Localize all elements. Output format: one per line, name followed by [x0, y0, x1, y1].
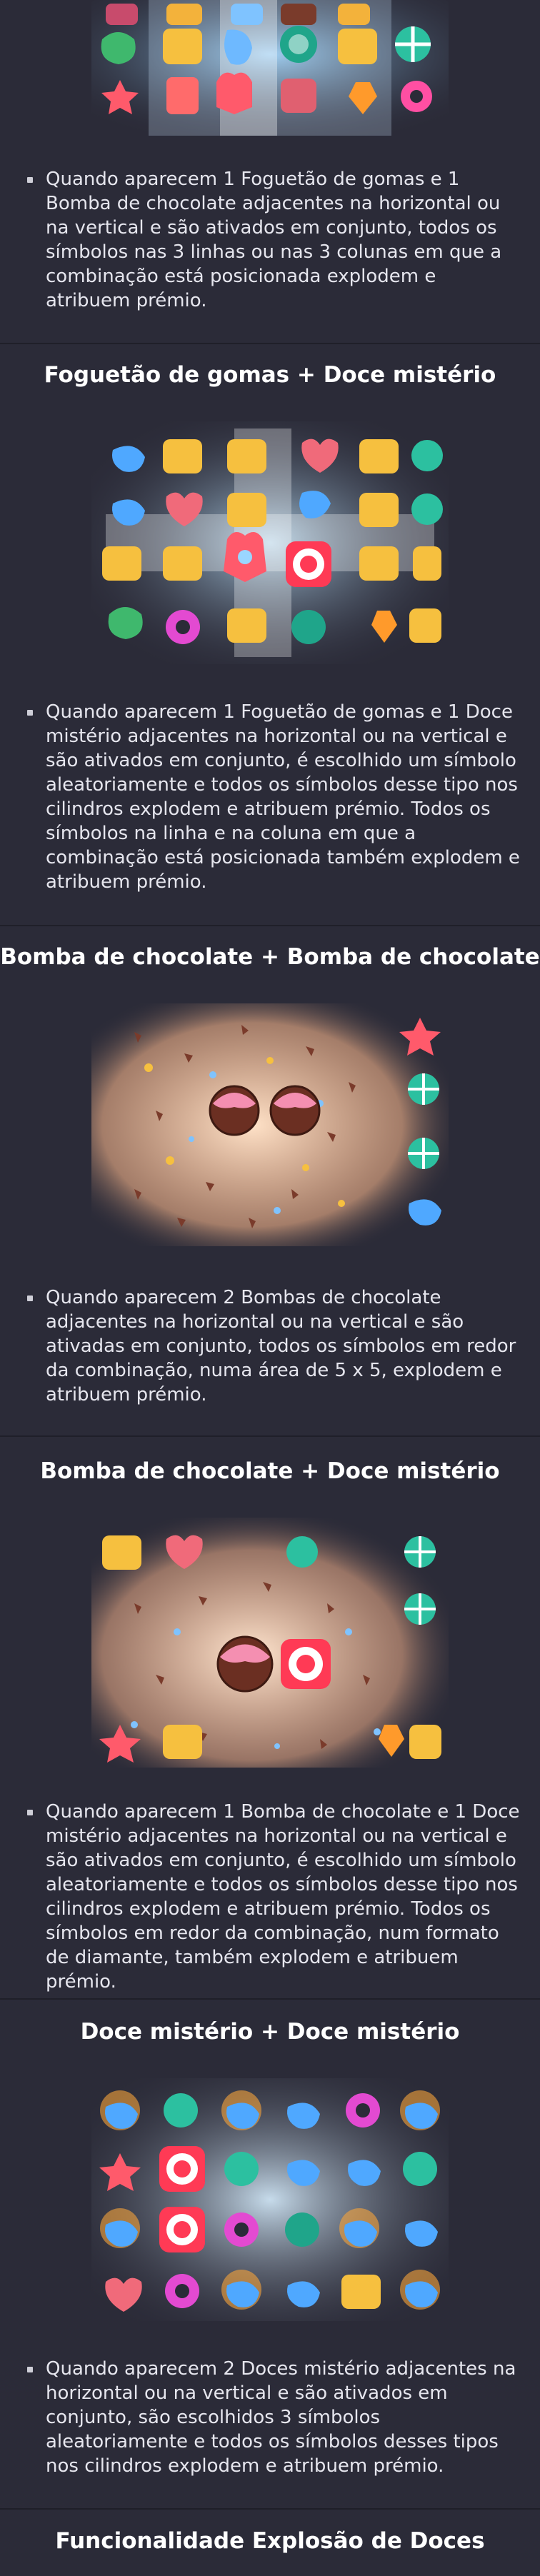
bullet-bomb-bomb: Quando aparecem 2 Bombas de chocolate ad… — [27, 1286, 520, 1407]
section-heading: Doce mistério + Doce mistério — [80, 2019, 460, 2045]
description-text: Quando aparecem 1 Foguetão de gomas e 1 … — [46, 169, 502, 311]
game-board-rocket-bomb — [91, 0, 449, 136]
bullet-marker — [27, 1295, 33, 1301]
game-board-rocket-mystery — [91, 421, 449, 664]
description-text: Quando aparecem 1 Foguetão de gomas e 1 … — [46, 701, 520, 893]
game-board-mystery-mystery — [91, 2078, 449, 2321]
section-divider — [0, 1435, 540, 1437]
game-board-bomb-bomb — [91, 1003, 449, 1246]
bullet-bomb-mystery: Quando aparecem 1 Bomba de chocolate e 1… — [27, 1800, 520, 1994]
section-divider — [0, 343, 540, 344]
section-heading: Bomba de chocolate + Bomba de chocolate — [0, 944, 540, 970]
section-divider — [0, 1998, 540, 2000]
bullet-rocket-mystery: Quando aparecem 1 Foguetão de gomas e 1 … — [27, 700, 520, 894]
game-board-bomb-mystery — [91, 1518, 449, 1768]
bullet-marker — [27, 2367, 33, 2372]
section-divider — [0, 2508, 540, 2510]
bullet-rocket-bomb: Quando aparecem 1 Foguetão de gomas e 1 … — [27, 167, 520, 313]
bullet-marker — [27, 1810, 33, 1815]
description-text: Quando aparecem 2 Bombas de chocolate ad… — [46, 1287, 516, 1405]
description-text: Quando aparecem 1 Bomba de chocolate e 1… — [46, 1801, 520, 1993]
bullet-marker — [27, 177, 33, 183]
description-text: Quando aparecem 2 Doces mistério adjacen… — [46, 2358, 516, 2477]
bullet-mystery-mystery: Quando aparecem 2 Doces mistério adjacen… — [27, 2357, 520, 2478]
bullet-marker — [27, 710, 33, 716]
section-heading: Bomba de chocolate + Doce mistério — [40, 1458, 500, 1484]
section-divider — [0, 925, 540, 926]
section-heading: Foguetão de gomas + Doce mistério — [44, 362, 496, 388]
section-heading: Funcionalidade Explosão de Doces — [55, 2528, 485, 2554]
